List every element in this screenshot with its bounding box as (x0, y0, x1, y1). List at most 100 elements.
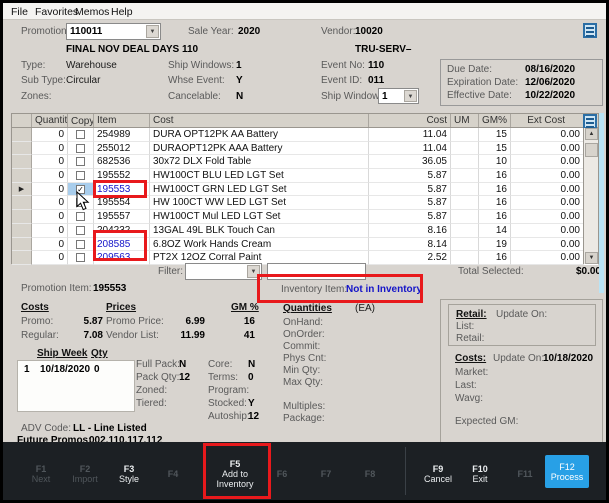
full-pack-value: N (179, 359, 186, 370)
scroll-up-icon[interactable]: ▲ (585, 128, 598, 140)
costs-header: Costs (21, 302, 49, 313)
commit-label: Commit: (283, 341, 320, 352)
expiration-date-label: Expiration Date: (447, 77, 518, 88)
menu-memos[interactable]: Memos (75, 6, 109, 18)
copy-checkbox[interactable] (76, 130, 85, 139)
table-row[interactable]: 0 195557 HW100CT Mul LED LGT Set 5.87 16… (12, 210, 598, 224)
col-cost[interactable]: Cost (369, 114, 451, 127)
row-selector[interactable] (12, 210, 32, 224)
type-label: Type: (21, 60, 45, 71)
row-selector[interactable] (12, 251, 32, 265)
scrollbar-thumb[interactable] (585, 143, 598, 157)
row-selector[interactable] (12, 142, 32, 156)
quantities-header: Quantities (283, 303, 332, 314)
table-header-row: Quantity Copy Item Cost Cost UM GM% Ext … (12, 114, 598, 128)
ship-week-list[interactable]: 1 10/18/2020 0 (17, 360, 135, 412)
vendor-label: Vendor: (321, 26, 355, 37)
expected-gm-label: Expected GM: (455, 416, 518, 427)
row-selector[interactable] (12, 169, 32, 183)
sub-type-label: Sub Type: (21, 75, 66, 86)
promotion-combo[interactable]: 110011 ▼ (66, 23, 161, 40)
col-gm[interactable]: GM% (479, 114, 511, 127)
promo-price-label: Promo Price: (106, 316, 164, 327)
stocked-label: Stocked: (208, 398, 247, 409)
row-pointer-icon: ▶ (19, 186, 24, 193)
col-copy[interactable]: Copy (68, 114, 94, 127)
expiration-date-value: 12/06/2020 (525, 77, 575, 88)
menu-favorites[interactable]: Favorites (35, 6, 78, 18)
promo-price-value: 6.99 (175, 316, 205, 327)
row-selector[interactable] (12, 128, 32, 142)
col-item[interactable]: Item (94, 114, 150, 127)
ship-window-combo[interactable]: 1 ▼ (378, 88, 419, 104)
vendor-list-value: 11.99 (175, 330, 205, 341)
promotion-item-label: Promotion Item: (21, 283, 92, 294)
f12-process-button[interactable]: F12Process (545, 455, 589, 488)
retail-list-label: List: (456, 321, 474, 332)
row-selector[interactable] (12, 196, 32, 210)
tiered-label: Tiered: (136, 398, 167, 409)
sub-type-value: Circular (66, 75, 100, 86)
row-selector[interactable] (12, 155, 32, 169)
scroll-down-icon[interactable]: ▼ (585, 252, 598, 264)
row-selector[interactable] (12, 238, 32, 252)
col-ext-cost[interactable]: Ext Cost (511, 114, 568, 127)
f4-button[interactable]: F4 (144, 455, 202, 493)
total-selected-value: $0.00 (563, 266, 601, 277)
ship-week-qty: 0 (94, 364, 100, 375)
quantities-unit: (EA) (355, 303, 375, 314)
chevron-down-icon[interactable]: ▼ (404, 90, 417, 102)
annotation-box-items-208585-209563 (93, 230, 147, 261)
copy-checkbox[interactable] (76, 171, 85, 180)
sale-year-value: 2020 (238, 26, 260, 37)
client-area: File Favorites Memos Help Promotion: 110… (3, 3, 606, 500)
copy-checkbox[interactable] (76, 226, 85, 235)
whse-event-value: Y (236, 75, 243, 86)
chevron-down-icon[interactable]: ▼ (146, 25, 159, 38)
copy-checkbox[interactable] (76, 157, 85, 166)
event-no-value: 110 (368, 60, 384, 71)
costs-update-on-value: 10/18/2020 (543, 353, 593, 364)
memo-icon[interactable] (583, 114, 597, 129)
adv-code-value: LL - Line Listed (73, 423, 147, 434)
menu-file[interactable]: File (11, 6, 28, 18)
zoned-label: Zoned: (136, 385, 167, 396)
copy-checkbox[interactable] (76, 253, 85, 262)
row-selector[interactable]: ▶ (12, 183, 32, 197)
table-row[interactable]: 0 682536 30x72 DLX Fold Table 36.05 10 0… (12, 155, 598, 169)
col-quantity[interactable]: Quantity (32, 114, 68, 127)
core-value: N (248, 359, 255, 370)
col-description[interactable]: Cost (150, 114, 369, 127)
sale-year-label: Sale Year: (188, 26, 234, 37)
pack-qty-value: 12 (179, 372, 190, 383)
event-id-value: 011 (368, 75, 384, 86)
cancelable-value: N (236, 91, 243, 102)
regular-gm-value: 41 (233, 330, 255, 341)
ship-week-header: Ship Week (37, 348, 87, 359)
memo-icon[interactable] (583, 23, 597, 38)
f8-button[interactable]: F8 (341, 455, 399, 493)
table-row[interactable]: 0 255012 DURAOPT12PK AAA Battery 11.04 1… (12, 142, 598, 156)
zones-label: Zones: (21, 91, 52, 102)
ship-windows-value: 1 (236, 60, 242, 71)
table-row[interactable]: 0 254989 DURA OPT12PK AA Battery 11.04 1… (12, 128, 598, 142)
promo-gm-value: 16 (233, 316, 255, 327)
costs-info-header: Costs: (455, 353, 486, 364)
menu-help[interactable]: Help (111, 6, 133, 18)
event-no-label: Event No: (321, 60, 365, 71)
copy-checkbox[interactable] (76, 144, 85, 153)
vendor-name: TRU-SERV– (355, 44, 412, 55)
core-label: Core: (208, 359, 232, 370)
table-row[interactable]: 0 195554 HW 100CT WW LED LGT Set 5.87 16… (12, 196, 598, 210)
onorder-label: OnOrder: (283, 329, 325, 340)
last-label: Last: (455, 380, 477, 391)
row-selector[interactable] (12, 224, 32, 238)
copy-checkbox[interactable] (76, 240, 85, 249)
vertical-scrollbar[interactable]: ▲ ▼ (583, 128, 598, 264)
min-qty-label: Min Qty: (283, 365, 320, 376)
copy-checkbox[interactable] (76, 212, 85, 221)
col-um[interactable]: UM (451, 114, 479, 127)
package-label: Package: (283, 413, 325, 424)
retail-update-on-label: Update On: (496, 309, 547, 320)
filter-combo[interactable]: ▼ (185, 263, 262, 280)
